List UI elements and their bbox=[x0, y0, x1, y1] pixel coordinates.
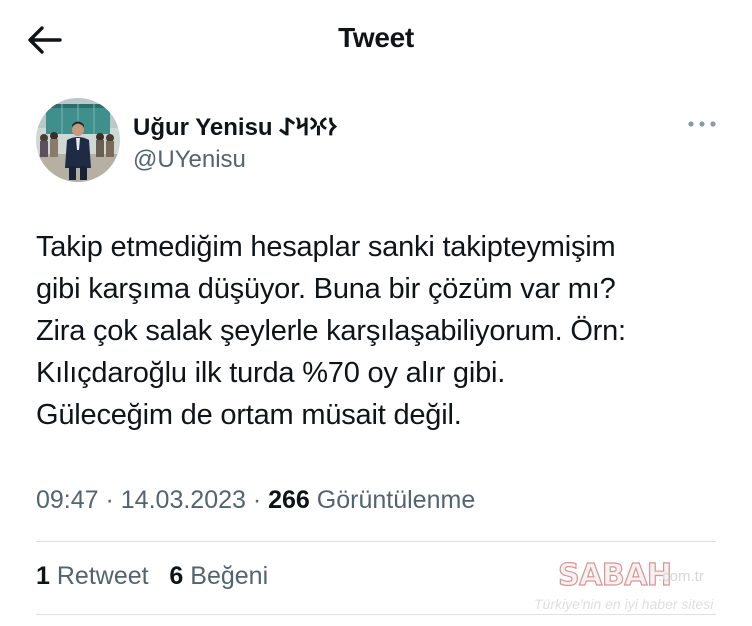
views-label: Görüntülenme bbox=[316, 486, 476, 514]
tweet-stats: 1 Retweet 6 Beğeni bbox=[36, 562, 268, 591]
tweet-date[interactable]: 14.03.2023 bbox=[121, 486, 246, 514]
page-title: Tweet bbox=[338, 22, 414, 53]
avatar-photo bbox=[36, 98, 120, 182]
retweets-stat[interactable]: 1 Retweet bbox=[36, 562, 149, 590]
tweet-text: Takip etmediğim hesaplar sanki takipteym… bbox=[36, 226, 736, 436]
watermark-domain: .com.tr bbox=[658, 568, 704, 585]
watermark-logo: SABAH bbox=[557, 557, 672, 593]
tweet-text-line: Kılıçdaroğlu ilk turda %70 oy alır gibi. bbox=[36, 357, 506, 389]
meta-separator: · bbox=[98, 486, 121, 514]
tweet-text-line: gibi karşıma düşüyor. Buna bir çözüm var… bbox=[36, 273, 616, 305]
avatar[interactable] bbox=[36, 98, 120, 182]
views-count: 266 bbox=[268, 486, 310, 514]
author-handle[interactable]: @UYenisu bbox=[133, 146, 246, 174]
tweet-text-line: Güleceğim de ortam müsait değil. bbox=[36, 399, 462, 431]
retweets-label: Retweet bbox=[56, 562, 149, 590]
tweet-time[interactable]: 09:47 bbox=[36, 486, 99, 514]
author-name[interactable]: Uğur Yenisu 𐰆𐰍𐰺𐰀 bbox=[133, 110, 337, 143]
tweet-text-line: Zira çok salak şeylerle karşılaşabiliyor… bbox=[36, 315, 626, 347]
tweet-meta: 09:47 · 14.03.2023 · 266 Görüntülenme bbox=[36, 486, 475, 515]
more-horizontal-icon bbox=[688, 121, 716, 127]
likes-count: 6 bbox=[169, 562, 184, 590]
likes-label: Beğeni bbox=[190, 562, 269, 590]
tweet-page: Tweet Uğur Yenisu 𐰆𐰍𐰺𐰀 @UYenisu Takip et… bbox=[0, 0, 752, 626]
retweets-count: 1 bbox=[36, 562, 50, 590]
watermark-tagline: Türkiye'nin en iyi haber sitesi bbox=[534, 596, 714, 612]
header-bar: Tweet bbox=[0, 0, 752, 82]
more-options-button[interactable] bbox=[684, 112, 720, 136]
likes-stat[interactable]: 6 Beğeni bbox=[169, 562, 268, 590]
meta-separator: · bbox=[245, 486, 269, 514]
tweet-text-line: Takip etmediğim hesaplar sanki takipteym… bbox=[36, 231, 616, 263]
divider bbox=[36, 541, 716, 542]
divider bbox=[36, 614, 716, 615]
